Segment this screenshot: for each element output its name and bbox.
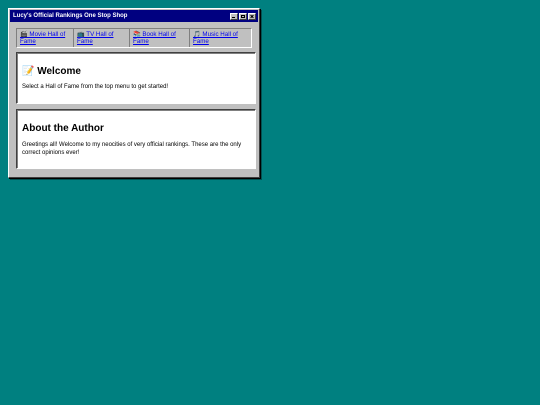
- nav-link-music-hall-of-fame[interactable]: 🎵 Music Hall of Fame: [190, 29, 251, 47]
- about-author-panel: About the Author Greetings all! Welcome …: [16, 109, 256, 169]
- nav-link-book-hall-of-fame[interactable]: 📚 Book Hall of Fame: [130, 29, 190, 47]
- nav-link-movie-hall-of-fame[interactable]: 🎬 Movie Hall of Fame: [17, 29, 74, 47]
- about-heading: About the Author: [22, 123, 104, 134]
- welcome-heading: 📝 Welcome: [22, 66, 81, 77]
- minimize-button[interactable]: [230, 12, 238, 20]
- hall-of-fame-nav: 🎬 Movie Hall of Fame 📺 TV Hall of Fame 📚…: [16, 28, 252, 48]
- welcome-text: Select a Hall of Fame from the top menu …: [22, 84, 169, 90]
- title-bar[interactable]: Lucy's Official Rankings One Stop Shop: [10, 10, 258, 22]
- about-text: Greetings all! Welcome to my neocities o…: [22, 142, 242, 156]
- nav-link-tv-hall-of-fame[interactable]: 📺 TV Hall of Fame: [74, 29, 130, 47]
- close-button[interactable]: [248, 12, 256, 20]
- welcome-panel: 📝 Welcome Select a Hall of Fame from the…: [16, 52, 256, 104]
- main-window: Lucy's Official Rankings One Stop Shop 🎬…: [8, 8, 260, 178]
- window-title: Lucy's Official Rankings One Stop Shop: [13, 13, 128, 19]
- maximize-button[interactable]: [239, 12, 247, 20]
- window-controls: [230, 12, 256, 20]
